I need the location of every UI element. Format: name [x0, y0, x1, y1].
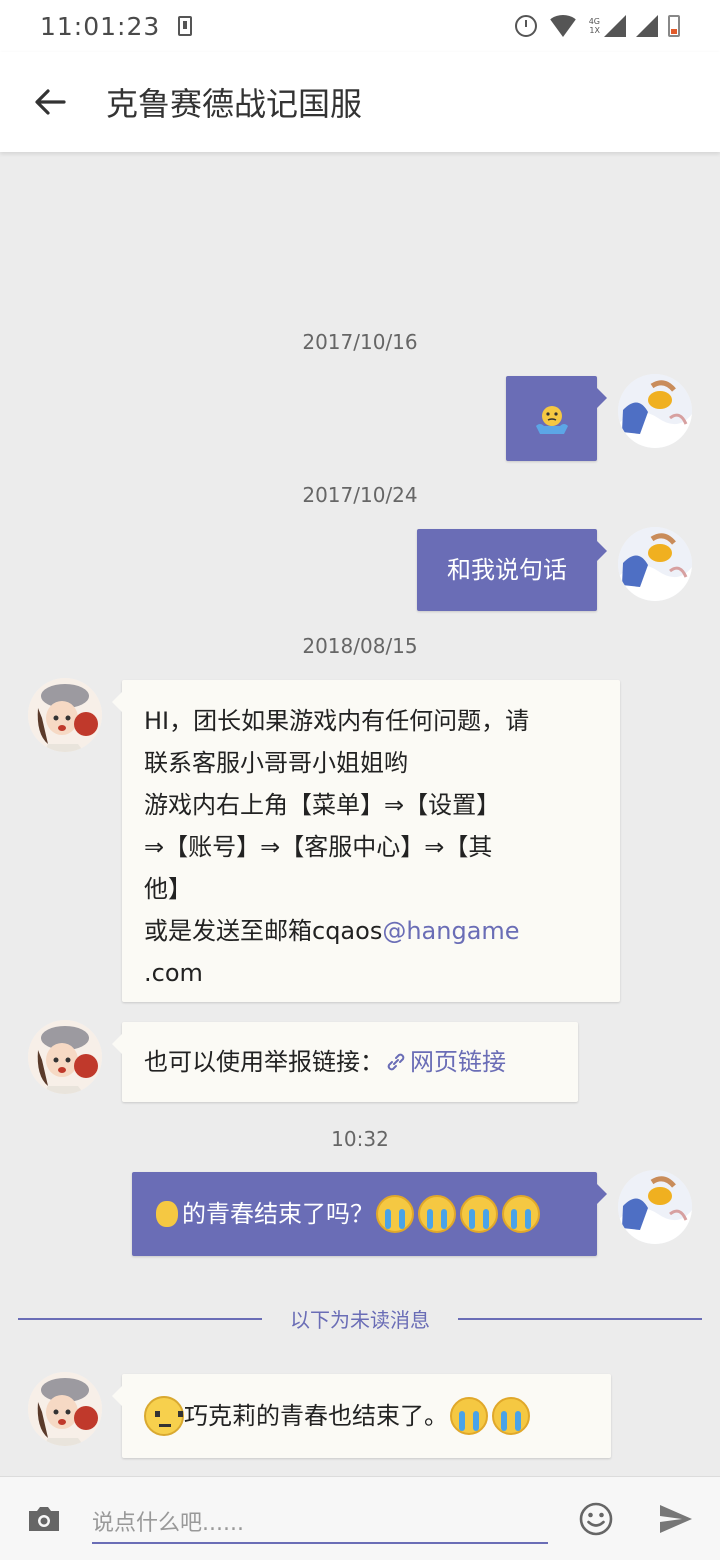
network-type: 4G 1X	[589, 17, 600, 35]
message-text: 和我说句话	[447, 556, 567, 584]
crying-emoji-icon	[460, 1195, 498, 1233]
signal-icon	[604, 15, 626, 37]
avatar-image	[28, 1020, 102, 1094]
avatar-image	[618, 527, 692, 601]
send-icon	[660, 1504, 692, 1533]
date-separator: 2017/10/24	[302, 483, 418, 507]
link-icon	[387, 1053, 405, 1071]
outgoing-message[interactable]: 的青春结束了吗？	[132, 1172, 607, 1256]
status-bar: 11:01:23 4G 1X	[0, 0, 720, 52]
app-bar: 克鲁赛德战记国服	[0, 52, 720, 152]
page-title: 克鲁赛德战记国服	[106, 85, 363, 123]
crying-emoji-icon	[502, 1195, 540, 1233]
alarm-icon	[514, 15, 537, 37]
send-button[interactable]	[656, 1499, 696, 1539]
unread-separator: 以下为未读消息	[18, 1304, 702, 1333]
outgoing-message[interactable]: 和我说句话	[417, 529, 607, 611]
my-avatar[interactable]	[618, 1170, 692, 1244]
input-bar	[0, 1476, 720, 1560]
web-link-label: 网页链接	[410, 1048, 506, 1076]
avatar-image	[618, 1170, 692, 1244]
status-bar-right: 4G 1X	[514, 15, 680, 37]
date-separator: 2017/10/16	[302, 330, 418, 354]
avatar-image	[28, 678, 102, 752]
bot-avatar[interactable]	[28, 1020, 102, 1094]
worried-emoji-icon	[144, 1396, 184, 1436]
camera-button[interactable]	[24, 1499, 64, 1539]
message-line: 他】	[144, 875, 192, 903]
message-text: 巧克莉的青春也结束了。	[184, 1402, 448, 1430]
arrow-left-icon	[35, 89, 66, 115]
divider-line	[458, 1317, 702, 1320]
status-time: 11:01:23	[40, 11, 161, 41]
message-line: 联系客服小哥哥小姐姐哟	[144, 749, 408, 777]
status-bar-left: 11:01:23	[40, 11, 193, 41]
email-prefix: 或是发送至邮箱cqaos	[144, 917, 383, 945]
message-input[interactable]	[92, 1510, 548, 1536]
avatar-image	[28, 1372, 102, 1446]
unread-label: 以下为未读消息	[290, 1308, 430, 1332]
incoming-message[interactable]: HI，团长如果游戏内有任何问题，请 联系客服小哥哥小姐姐哟 游戏内右上角【菜单】…	[112, 680, 620, 1002]
my-avatar[interactable]	[618, 527, 692, 601]
back-button[interactable]	[0, 52, 100, 152]
date-separator: 2018/08/15	[302, 634, 418, 658]
message-text: 的青春结束了吗？	[182, 1200, 374, 1228]
outgoing-message[interactable]	[506, 376, 607, 461]
bot-avatar[interactable]	[28, 678, 102, 752]
bot-avatar[interactable]	[28, 1372, 102, 1446]
message-input-wrapper	[92, 1494, 548, 1544]
web-link[interactable]: 网页链接	[384, 1041, 506, 1083]
chat-area[interactable]: 2017/10/16 2017/10/24 和我说句话 2018/08/15 H…	[0, 152, 720, 1476]
wifi-icon	[546, 15, 579, 37]
download-icon	[178, 16, 193, 36]
my-avatar[interactable]	[618, 374, 692, 448]
network-type-1x: 1X	[589, 26, 600, 35]
network-type-4g: 4G	[588, 17, 600, 26]
face-emoji-icon	[156, 1201, 178, 1227]
incoming-message[interactable]: 巧克莉的青春也结束了。	[112, 1374, 611, 1458]
crying-emoji-icon	[492, 1397, 530, 1435]
message-line: HI，团长如果游戏内有任何问题，请	[144, 707, 530, 735]
crying-emoji-icon	[376, 1195, 414, 1233]
message-line: 或是发送至邮箱cqaos@hangame	[144, 910, 598, 952]
message-text: 也可以使用举报链接：	[144, 1048, 384, 1076]
crying-emoji-icon	[418, 1195, 456, 1233]
message-line: .com	[144, 959, 203, 987]
signal-icon-2	[636, 15, 658, 37]
avatar-image	[618, 374, 692, 448]
emoji-button[interactable]	[576, 1499, 616, 1539]
message-line: ⇒【账号】⇒【客服中心】⇒【其	[144, 833, 493, 861]
shrug-emoji-icon	[535, 405, 568, 434]
message-line: 游戏内右上角【菜单】⇒【设置】	[144, 791, 501, 819]
email-link[interactable]: @hangame	[382, 917, 519, 945]
camera-icon	[29, 1506, 59, 1531]
smiley-icon	[579, 1502, 613, 1535]
incoming-message[interactable]: 也可以使用举报链接： 网页链接	[112, 1022, 578, 1102]
battery-icon	[668, 15, 680, 37]
time-separator: 10:32	[331, 1127, 389, 1151]
crying-emoji-icon	[450, 1397, 488, 1435]
divider-line	[18, 1317, 262, 1320]
